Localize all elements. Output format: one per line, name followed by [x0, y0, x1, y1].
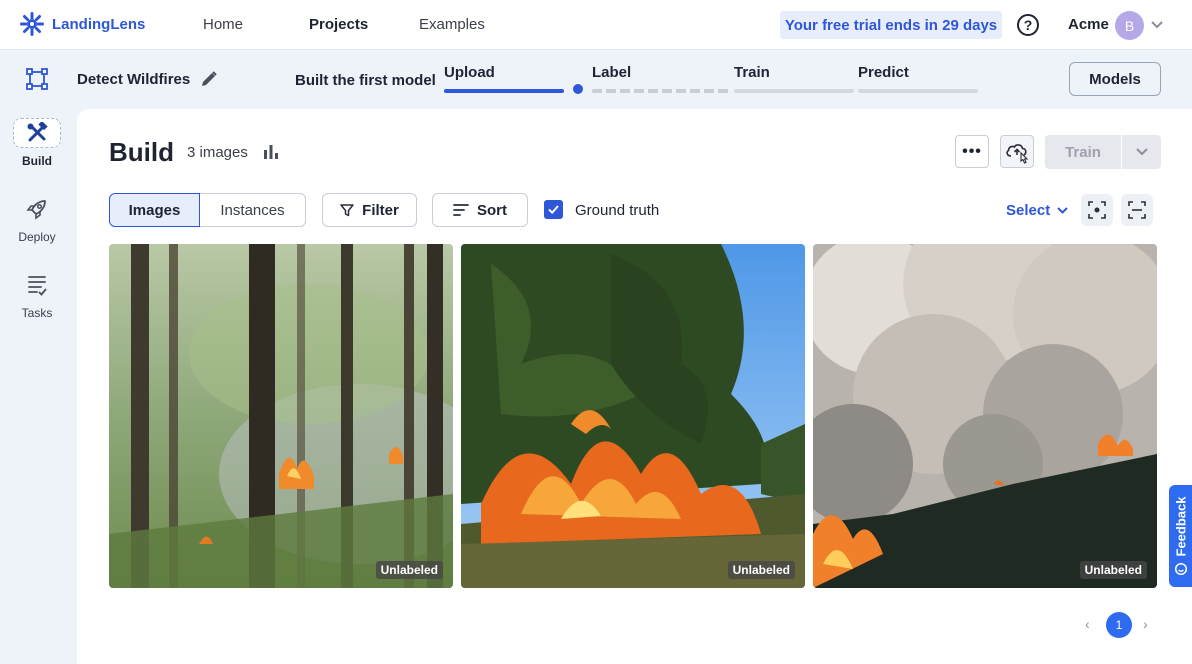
train-button[interactable]: Train	[1045, 135, 1121, 169]
project-name: Detect Wildfires	[77, 71, 191, 88]
checkmark-icon	[548, 205, 559, 215]
sort-label: Sort	[477, 201, 507, 219]
sidebar-item-deploy[interactable]: Deploy	[0, 194, 74, 244]
previous-page-icon[interactable]: ‹	[1085, 616, 1090, 632]
image-count: 3 images	[187, 144, 248, 161]
view-tabs: Images Instances	[109, 193, 306, 227]
filter-label: Filter	[362, 201, 399, 219]
sidebar-item-build[interactable]: Build	[0, 118, 74, 168]
bounding-box-icon[interactable]	[26, 68, 48, 90]
sidebar-item-tasks[interactable]: Tasks	[0, 270, 74, 320]
filter-icon	[340, 204, 354, 217]
feedback-icon	[1174, 562, 1187, 576]
image-card[interactable]: Unlabeled	[813, 244, 1157, 588]
cloud-upload-icon	[1006, 143, 1029, 164]
ellipsis-icon: •••	[962, 142, 982, 160]
image-card[interactable]: Unlabeled	[109, 244, 453, 588]
chevron-down-icon	[1135, 148, 1148, 156]
sort-button[interactable]: Sort	[432, 193, 528, 227]
ground-truth-checkbox[interactable]	[544, 200, 563, 219]
forest-fire-thumbnail	[109, 244, 453, 588]
bar-chart-icon[interactable]	[263, 144, 279, 160]
tab-instances[interactable]: Instances	[200, 193, 306, 227]
sidebar-item-label: Tasks	[21, 306, 53, 320]
step-label-progress	[592, 89, 730, 93]
expand-frame-icon	[1128, 201, 1146, 219]
help-icon[interactable]: ?	[1017, 14, 1039, 36]
build-tools-icon	[13, 118, 61, 148]
milestone-text: Built the first model	[295, 72, 436, 89]
filter-button[interactable]: Filter	[322, 193, 417, 227]
chevron-down-icon[interactable]	[1150, 18, 1164, 32]
feedback-tab[interactable]: Feedback	[1169, 485, 1192, 587]
page-number-button[interactable]: 1	[1106, 612, 1132, 638]
nav-examples[interactable]: Examples	[419, 16, 485, 33]
step-train-progress	[734, 89, 854, 93]
rocket-icon	[13, 194, 61, 224]
upload-button[interactable]	[1000, 135, 1034, 168]
sidebar: Build Deploy Tasks	[0, 50, 77, 664]
step-upload-progress	[444, 89, 564, 93]
pencil-icon[interactable]	[200, 70, 218, 88]
status-badge: Unlabeled	[375, 561, 443, 579]
avatar[interactable]: B	[1115, 11, 1144, 40]
smoke-plume-thumbnail	[813, 244, 1157, 588]
nav-home[interactable]: Home	[203, 16, 243, 33]
task-list-icon	[13, 270, 61, 300]
current-step-indicator	[573, 84, 583, 94]
top-navigation-bar: LandingLens Home Projects Examples Your …	[0, 0, 1192, 50]
more-options-button[interactable]: •••	[955, 135, 989, 168]
focus-frame-icon	[1088, 201, 1106, 219]
app-name: LandingLens	[52, 15, 146, 33]
org-name[interactable]: Acme	[1068, 16, 1109, 33]
sort-icon	[453, 204, 469, 216]
train-options-button[interactable]	[1122, 135, 1161, 169]
status-badge: Unlabeled	[727, 561, 795, 579]
tab-images[interactable]: Images	[109, 193, 200, 227]
trial-banner[interactable]: Your free trial ends in 29 days	[780, 11, 1002, 39]
models-button[interactable]: Models	[1069, 62, 1161, 96]
page-title: Build	[109, 137, 174, 167]
focus-view-button[interactable]	[1081, 194, 1113, 226]
select-dropdown[interactable]: Select	[1006, 202, 1069, 219]
step-train[interactable]: Train	[734, 64, 770, 81]
next-page-icon[interactable]: ›	[1143, 616, 1148, 632]
sidebar-item-label: Deploy	[18, 230, 56, 244]
step-upload[interactable]: Upload	[444, 64, 495, 81]
step-label[interactable]: Label	[592, 64, 631, 81]
nav-projects[interactable]: Projects	[309, 16, 368, 33]
sidebar-item-label: Build	[22, 154, 52, 168]
step-predict[interactable]: Predict	[858, 64, 909, 81]
ground-truth-label: Ground truth	[575, 202, 660, 219]
feedback-label: Feedback	[1173, 496, 1188, 557]
expand-view-button[interactable]	[1121, 194, 1153, 226]
build-panel: Build 3 images ••• Train Images Instance…	[77, 109, 1192, 664]
landinglens-logo-icon	[20, 12, 44, 36]
status-badge: Unlabeled	[1079, 561, 1147, 579]
app-logo[interactable]: LandingLens	[20, 12, 145, 36]
image-card[interactable]: Unlabeled	[461, 244, 805, 588]
select-label: Select	[1006, 202, 1051, 219]
step-predict-progress	[858, 89, 978, 93]
chevron-down-icon	[1057, 207, 1068, 214]
pine-fire-thumbnail	[461, 244, 805, 588]
